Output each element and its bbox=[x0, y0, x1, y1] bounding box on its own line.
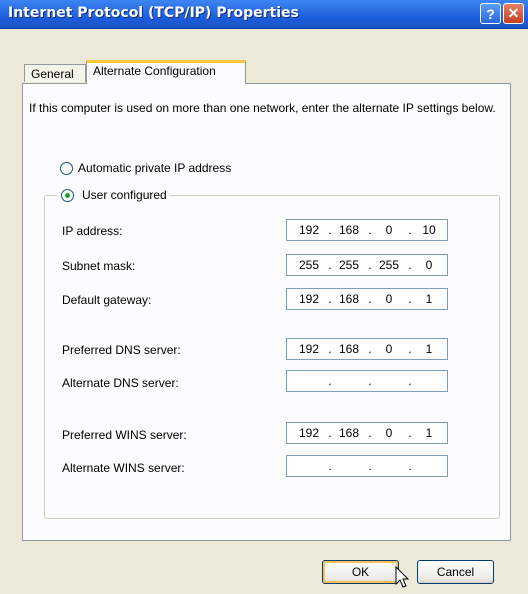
octet-2[interactable]: 168 bbox=[333, 342, 365, 356]
ok-button[interactable]: OK bbox=[322, 560, 399, 584]
octet-3[interactable]: 255 bbox=[373, 258, 405, 272]
octet-3[interactable]: 0 bbox=[373, 223, 405, 237]
octet-2[interactable]: 255 bbox=[333, 258, 365, 272]
octet-1[interactable]: 192 bbox=[293, 426, 325, 440]
alternate-wins-field[interactable]: . . . bbox=[286, 455, 448, 477]
octet-1[interactable]: 192 bbox=[293, 292, 325, 306]
tab-alternate-configuration[interactable]: Alternate Configuration bbox=[86, 60, 246, 84]
preferred-dns-label: Preferred DNS server: bbox=[62, 343, 181, 357]
octet-1[interactable]: 192 bbox=[293, 342, 325, 356]
octet-4[interactable]: 10 bbox=[413, 223, 445, 237]
cancel-button[interactable]: Cancel bbox=[417, 560, 494, 584]
help-button[interactable]: ? bbox=[480, 3, 501, 24]
dialog-window: Internet Protocol (TCP/IP) Properties ? … bbox=[0, 0, 528, 594]
user-configured-label[interactable]: User configured bbox=[82, 188, 187, 202]
alternate-dns-field[interactable]: . . . bbox=[286, 370, 448, 392]
octet-4[interactable]: 1 bbox=[413, 292, 445, 306]
octet-3[interactable]: 0 bbox=[373, 292, 405, 306]
close-button[interactable]: ✕ bbox=[503, 3, 524, 24]
window-title: Internet Protocol (TCP/IP) Properties bbox=[8, 5, 299, 21]
radio-selected-dot bbox=[65, 193, 70, 198]
alternate-dns-label: Alternate DNS server: bbox=[62, 376, 179, 390]
ip-address-field[interactable]: 192. 168. 0. 10 bbox=[286, 219, 448, 241]
ip-address-label: IP address: bbox=[62, 224, 123, 238]
mouse-cursor-icon bbox=[395, 566, 410, 588]
octet-4[interactable]: 1 bbox=[413, 342, 445, 356]
preferred-dns-field[interactable]: 192. 168. 0. 1 bbox=[286, 338, 448, 360]
octet-2[interactable]: 168 bbox=[333, 426, 365, 440]
octet-2[interactable]: 168 bbox=[333, 223, 365, 237]
octet-1[interactable]: 255 bbox=[293, 258, 325, 272]
user-configured-radio[interactable] bbox=[61, 189, 74, 202]
octet-3[interactable]: 0 bbox=[373, 342, 405, 356]
octet-3[interactable]: 0 bbox=[373, 426, 405, 440]
automatic-private-ip-label[interactable]: Automatic private IP address bbox=[78, 161, 231, 175]
octet-4[interactable]: 1 bbox=[413, 426, 445, 440]
default-gateway-label: Default gateway: bbox=[62, 293, 152, 307]
title-bar[interactable]: Internet Protocol (TCP/IP) Properties ? … bbox=[0, 0, 528, 29]
preferred-wins-field[interactable]: 192. 168. 0. 1 bbox=[286, 422, 448, 444]
default-gateway-field[interactable]: 192. 168. 0. 1 bbox=[286, 288, 448, 310]
automatic-private-ip-radio[interactable] bbox=[60, 162, 73, 175]
subnet-mask-label: Subnet mask: bbox=[62, 259, 136, 273]
tab-general[interactable]: General bbox=[24, 64, 86, 82]
user-configured-caption: User configured bbox=[57, 188, 170, 204]
octet-2[interactable]: 168 bbox=[333, 292, 365, 306]
alternate-wins-label: Alternate WINS server: bbox=[62, 461, 185, 475]
intro-text: If this computer is used on more than on… bbox=[29, 101, 496, 115]
octet-1[interactable]: 192 bbox=[293, 223, 325, 237]
preferred-wins-label: Preferred WINS server: bbox=[62, 428, 187, 442]
subnet-mask-field[interactable]: 255. 255. 255. 0 bbox=[286, 254, 448, 276]
octet-4[interactable]: 0 bbox=[413, 258, 445, 272]
